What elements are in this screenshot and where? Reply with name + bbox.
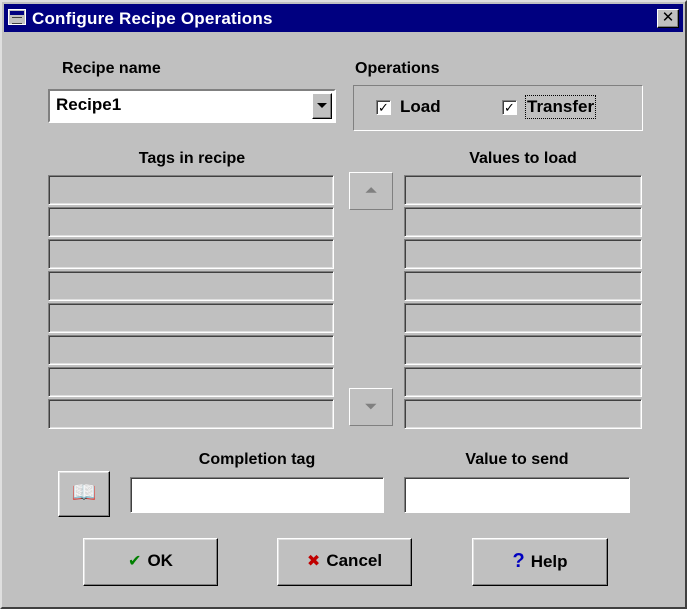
close-button[interactable]: ✕ bbox=[657, 9, 679, 28]
question-icon: ? bbox=[512, 550, 525, 572]
value-cell[interactable] bbox=[404, 367, 642, 397]
value-cell[interactable] bbox=[404, 207, 642, 237]
checkmark-icon: ✓ bbox=[504, 100, 515, 115]
cancel-button[interactable]: ✖ Cancel bbox=[277, 538, 412, 586]
value-cell[interactable] bbox=[404, 399, 642, 429]
operations-label: Operations bbox=[355, 60, 440, 77]
x-icon: ✖ bbox=[306, 553, 321, 570]
cancel-button-label: Cancel bbox=[326, 551, 383, 570]
browse-tag-button[interactable]: 📖 bbox=[58, 471, 110, 517]
recipe-name-combobox[interactable]: Recipe1 bbox=[48, 89, 336, 123]
tag-cell[interactable] bbox=[48, 175, 334, 205]
values-to-load-header: Values to load bbox=[469, 150, 577, 167]
help-button-label: Help bbox=[530, 552, 568, 571]
value-cell[interactable] bbox=[404, 335, 642, 365]
window-title: Configure Recipe Operations bbox=[32, 9, 273, 28]
scroll-down-icon: ⏷ bbox=[365, 398, 377, 414]
tags-in-recipe-header: Tags in recipe bbox=[138, 150, 246, 167]
tag-cell[interactable] bbox=[48, 207, 334, 237]
load-checkbox[interactable]: ✓ bbox=[376, 100, 391, 115]
completion-tag-label: Completion tag bbox=[198, 451, 316, 468]
transfer-checkbox[interactable]: ✓ bbox=[502, 100, 517, 115]
ok-button[interactable]: ✔ OK bbox=[83, 538, 218, 586]
value-cell[interactable] bbox=[404, 175, 642, 205]
value-cell[interactable] bbox=[404, 239, 642, 269]
scroll-up-button[interactable]: ⏶ bbox=[349, 172, 393, 210]
tag-cell[interactable] bbox=[48, 335, 334, 365]
ok-button-label: OK bbox=[147, 551, 173, 570]
tag-cell[interactable] bbox=[48, 399, 334, 429]
title-bar[interactable]: Configure Recipe Operations ✕ bbox=[4, 4, 683, 32]
tag-cell[interactable] bbox=[48, 239, 334, 269]
recipe-name-value: Recipe1 bbox=[56, 95, 122, 114]
operations-group: ✓ Load ✓ Transfer bbox=[353, 85, 643, 131]
value-to-send-input[interactable] bbox=[404, 477, 630, 513]
dialog-window: Configure Recipe Operations ✕ Recipe nam… bbox=[0, 0, 687, 609]
scroll-up-icon: ⏶ bbox=[365, 182, 377, 198]
scroll-down-button[interactable]: ⏷ bbox=[349, 388, 393, 426]
tag-cell[interactable] bbox=[48, 367, 334, 397]
value-cell[interactable] bbox=[404, 271, 642, 301]
help-button[interactable]: ? Help bbox=[472, 538, 608, 586]
book-icon: 📖 bbox=[71, 482, 97, 504]
system-menu-icon[interactable] bbox=[8, 9, 26, 25]
tag-cell[interactable] bbox=[48, 271, 334, 301]
load-label[interactable]: Load bbox=[400, 97, 441, 117]
checkmark-icon: ✓ bbox=[378, 100, 389, 115]
value-to-send-label: Value to send bbox=[465, 451, 569, 468]
recipe-name-label: Recipe name bbox=[62, 60, 161, 77]
tag-cell[interactable] bbox=[48, 303, 334, 333]
value-cell[interactable] bbox=[404, 303, 642, 333]
dropdown-arrow-icon[interactable] bbox=[312, 93, 332, 119]
transfer-label[interactable]: Transfer bbox=[524, 95, 597, 119]
completion-tag-input[interactable] bbox=[130, 477, 384, 513]
checkmark-icon: ✔ bbox=[128, 553, 142, 570]
close-icon: ✕ bbox=[661, 9, 675, 26]
